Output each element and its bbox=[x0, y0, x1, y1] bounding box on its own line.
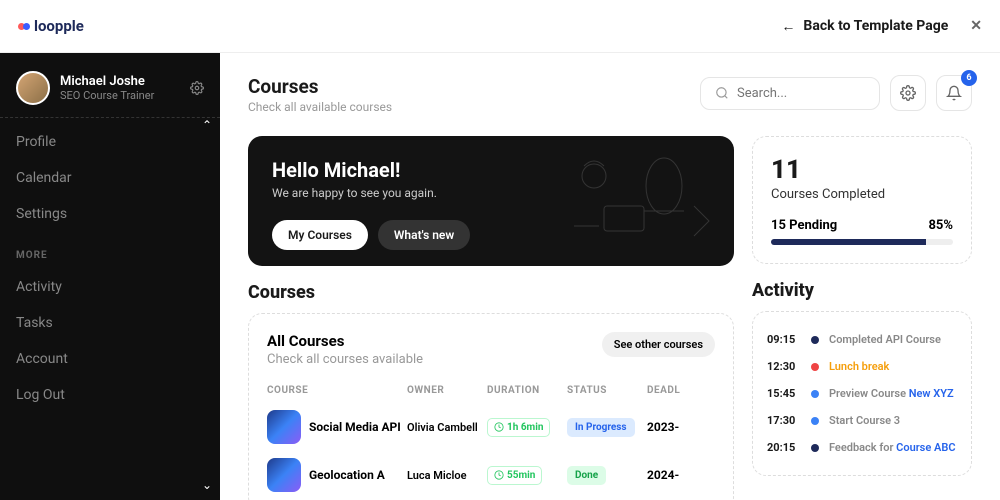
activity-link[interactable]: New XYZ bbox=[909, 387, 954, 400]
table-row[interactable]: Geolocation A Luca Micloe 55min Done 202… bbox=[267, 458, 715, 492]
course-thumb bbox=[267, 410, 301, 444]
hero-banner: Hello Michael! We are happy to see you a… bbox=[248, 136, 734, 266]
status-badge: Done bbox=[567, 466, 606, 485]
col-duration: DURATION bbox=[487, 385, 567, 396]
gear-icon bbox=[900, 85, 916, 101]
page-title: Courses bbox=[248, 75, 392, 98]
activity-item: 20:15 Feedback for Course ABC bbox=[767, 434, 957, 461]
col-course: COURSE bbox=[267, 385, 407, 396]
sidebar-item-account[interactable]: Account bbox=[0, 341, 220, 377]
course-owner: Olivia Cambell bbox=[407, 421, 487, 434]
page-subtitle: Check all available courses bbox=[248, 100, 392, 114]
profile-block: Michael Joshe SEO Course Trainer bbox=[0, 71, 220, 118]
stat-pending: 15 Pending bbox=[771, 218, 837, 233]
courses-section-title: Courses bbox=[248, 282, 734, 303]
col-deadline: DEADL bbox=[647, 385, 697, 396]
activity-dot-icon bbox=[811, 390, 819, 398]
courses-card: All Courses Check all courses available … bbox=[248, 313, 734, 500]
col-owner: OWNER bbox=[407, 385, 487, 396]
activity-dot-icon bbox=[811, 336, 819, 344]
back-to-template[interactable]: ← Back to Template Page ✕ bbox=[781, 18, 982, 35]
activity-dot-icon bbox=[811, 417, 819, 425]
bell-icon bbox=[946, 85, 962, 101]
activity-text: Completed API Course bbox=[829, 333, 941, 346]
activity-time: 20:15 bbox=[767, 441, 801, 454]
my-courses-button[interactable]: My Courses bbox=[272, 220, 368, 250]
chevron-down-icon[interactable]: ⌄ bbox=[202, 478, 212, 492]
settings-button[interactable] bbox=[890, 75, 926, 111]
course-deadline: 2023- bbox=[647, 420, 697, 434]
search-input[interactable] bbox=[737, 86, 865, 101]
table-row[interactable]: Social Media API Olivia Cambell 1h 6min … bbox=[267, 410, 715, 444]
sidebar-item-calendar[interactable]: Calendar bbox=[0, 160, 220, 196]
hero-illustration-icon bbox=[544, 146, 724, 256]
activity-time: 09:15 bbox=[767, 333, 801, 346]
activity-item: 09:15 Completed API Course bbox=[767, 326, 957, 353]
search-box[interactable] bbox=[700, 77, 880, 110]
activity-time: 17:30 bbox=[767, 414, 801, 427]
logo[interactable]: loopple bbox=[18, 17, 84, 35]
status-badge: In Progress bbox=[567, 418, 635, 437]
stat-label: Courses Completed bbox=[771, 187, 953, 202]
stat-number: 11 bbox=[771, 155, 953, 185]
activity-link[interactable]: Course ABC bbox=[896, 441, 955, 454]
whats-new-button[interactable]: What's new bbox=[378, 220, 470, 250]
search-icon bbox=[715, 86, 729, 100]
stat-card: 11 Courses Completed 15 Pending 85% bbox=[752, 136, 972, 264]
notification-badge: 6 bbox=[961, 70, 977, 86]
clock-icon bbox=[494, 470, 504, 480]
sidebar-item-settings[interactable]: Settings bbox=[0, 196, 220, 232]
course-thumb bbox=[267, 458, 301, 492]
activity-time: 15:45 bbox=[767, 387, 801, 400]
duration-pill: 1h 6min bbox=[487, 418, 550, 437]
avatar[interactable] bbox=[16, 71, 50, 105]
arrow-left-icon: ← bbox=[781, 18, 795, 35]
activity-list: 09:15 Completed API Course 12:30 Lunch b… bbox=[752, 311, 972, 476]
sidebar-item-profile[interactable]: Profile bbox=[0, 124, 220, 160]
duration-pill: 55min bbox=[487, 466, 542, 485]
chevron-up-icon[interactable]: ⌃ bbox=[202, 118, 212, 132]
sidebar-item-tasks[interactable]: Tasks bbox=[0, 305, 220, 341]
all-courses-sub: Check all courses available bbox=[267, 352, 423, 367]
activity-text: Start Course 3 bbox=[829, 414, 900, 427]
sidebar-item-activity[interactable]: Activity bbox=[0, 269, 220, 305]
main-content: Courses Check all available courses 6 bbox=[220, 53, 1000, 500]
activity-text: Feedback for Course ABC bbox=[829, 441, 956, 454]
col-status: STATUS bbox=[567, 385, 647, 396]
close-icon[interactable]: ✕ bbox=[970, 18, 982, 34]
activity-dot-icon bbox=[811, 444, 819, 452]
back-label: Back to Template Page bbox=[803, 18, 948, 34]
clock-icon bbox=[494, 422, 504, 432]
activity-item: 12:30 Lunch break bbox=[767, 353, 957, 380]
profile-name: Michael Joshe bbox=[60, 74, 154, 89]
stat-percent: 85% bbox=[928, 218, 953, 233]
activity-text: Preview Course New XYZ bbox=[829, 387, 954, 400]
course-owner: Luca Micloe bbox=[407, 469, 487, 482]
sidebar-item-logout[interactable]: Log Out bbox=[0, 377, 220, 413]
activity-item: 17:30 Start Course 3 bbox=[767, 407, 957, 434]
more-label: MORE bbox=[0, 232, 220, 269]
table-header: COURSE OWNER DURATION STATUS DEADL bbox=[267, 385, 715, 396]
profile-role: SEO Course Trainer bbox=[60, 89, 154, 102]
activity-time: 12:30 bbox=[767, 360, 801, 373]
activity-item: 15:45 Preview Course New XYZ bbox=[767, 380, 957, 407]
logo-text: loopple bbox=[34, 17, 84, 35]
activity-text: Lunch break bbox=[829, 360, 889, 373]
see-other-courses-button[interactable]: See other courses bbox=[602, 332, 715, 357]
course-name: Geolocation A bbox=[309, 468, 385, 482]
activity-section-title: Activity bbox=[752, 280, 972, 301]
all-courses-title: All Courses bbox=[267, 332, 423, 350]
progress-bar bbox=[771, 239, 953, 245]
gear-icon[interactable] bbox=[190, 81, 204, 95]
activity-dot-icon bbox=[811, 363, 819, 371]
course-name: Social Media API bbox=[309, 420, 401, 434]
notifications-button[interactable]: 6 bbox=[936, 75, 972, 111]
course-deadline: 2024- bbox=[647, 468, 697, 482]
sidebar: Michael Joshe SEO Course Trainer ⌃ Profi… bbox=[0, 53, 220, 500]
